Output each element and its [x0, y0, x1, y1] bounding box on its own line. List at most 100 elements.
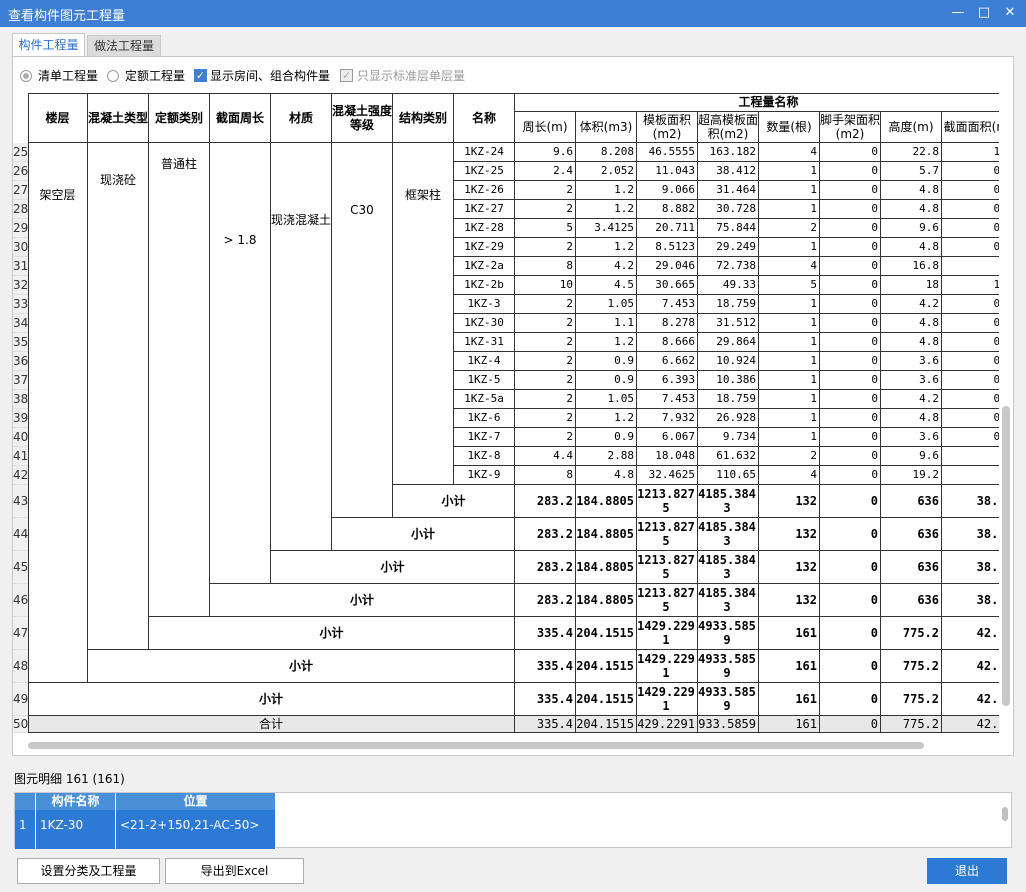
cell-value[interactable]: 10.386: [698, 371, 759, 390]
cell-component-name[interactable]: 1KZ-29: [454, 238, 515, 257]
cell-value[interactable]: 32.4625: [637, 466, 698, 485]
subtotal-value[interactable]: 0: [820, 518, 881, 551]
cell-value[interactable]: 2: [759, 219, 820, 238]
cell-value[interactable]: 8.278: [637, 314, 698, 333]
subtotal-value[interactable]: 283.2: [515, 518, 576, 551]
cell-value[interactable]: 2: [759, 447, 820, 466]
subtotal-value[interactable]: 42.345: [942, 650, 999, 683]
cell-value[interactable]: 4.4: [515, 447, 576, 466]
subtotal-value[interactable]: 775.2: [881, 650, 942, 683]
cell-value[interactable]: 0.75: [942, 219, 999, 238]
cell-value[interactable]: 2: [515, 409, 576, 428]
cell-value[interactable]: 2: [515, 352, 576, 371]
cell-value[interactable]: 0: [820, 200, 881, 219]
cell-value[interactable]: 2.052: [576, 162, 637, 181]
total-value[interactable]: 0: [820, 716, 881, 733]
cell-value[interactable]: 2: [515, 200, 576, 219]
subtotal-value[interactable]: 4933.5859: [698, 683, 759, 716]
subtotal-value[interactable]: 335.4: [515, 650, 576, 683]
subtotal-value[interactable]: 204.1515: [576, 683, 637, 716]
cell-value[interactable]: 1.2: [576, 409, 637, 428]
header-perimeter[interactable]: 截面周长: [210, 93, 271, 143]
cell-value[interactable]: 0.25: [942, 371, 999, 390]
cell-value[interactable]: 22.8: [881, 143, 942, 162]
cell-value[interactable]: 29.864: [698, 333, 759, 352]
cell-value[interactable]: 19.2: [881, 466, 942, 485]
subtotal-value[interactable]: 42.345: [942, 683, 999, 716]
cell-value[interactable]: 0.25: [942, 200, 999, 219]
cell-value[interactable]: 3.6: [881, 428, 942, 447]
subtotal-value[interactable]: 38.285: [942, 518, 999, 551]
cell-component-name[interactable]: 1KZ-2b: [454, 276, 515, 295]
cell-value[interactable]: 72.738: [698, 257, 759, 276]
cell-value[interactable]: 4.8: [881, 333, 942, 352]
subtotal-value[interactable]: 161: [759, 683, 820, 716]
cell-value[interactable]: 110.65: [698, 466, 759, 485]
cell-component-name[interactable]: 1KZ-27: [454, 200, 515, 219]
cell-value[interactable]: 2: [515, 295, 576, 314]
cell-value[interactable]: 1: [759, 200, 820, 219]
subtotal-value[interactable]: 4185.3843: [698, 584, 759, 617]
cell-value[interactable]: 1: [759, 295, 820, 314]
cell-component-name[interactable]: 1KZ-30: [454, 314, 515, 333]
cell-value[interactable]: 1.1: [576, 314, 637, 333]
total-value[interactable]: 335.4: [515, 716, 576, 733]
subtotal-value[interactable]: 4933.5859: [698, 617, 759, 650]
subtotal-value[interactable]: 335.4: [515, 617, 576, 650]
total-value[interactable]: 775.2: [881, 716, 942, 733]
cell-value[interactable]: 0: [820, 162, 881, 181]
cell-value[interactable]: 0: [820, 466, 881, 485]
cell-value[interactable]: 0.25: [942, 333, 999, 352]
cell-value[interactable]: 8.208: [576, 143, 637, 162]
cell-component-name[interactable]: 1KZ-25: [454, 162, 515, 181]
header-count[interactable]: 数量(根): [759, 112, 820, 143]
cell-value[interactable]: 0.9: [576, 428, 637, 447]
subtotal-value[interactable]: 1429.2291: [637, 683, 698, 716]
cell-value[interactable]: 1: [759, 390, 820, 409]
cell-component-name[interactable]: 1KZ-24: [454, 143, 515, 162]
vertical-scrollbar[interactable]: [1002, 406, 1010, 706]
cell-value[interactable]: 2: [515, 390, 576, 409]
cell-value[interactable]: 1.05: [576, 390, 637, 409]
subtotal-value[interactable]: 42.345: [942, 617, 999, 650]
cell-value[interactable]: 0: [820, 238, 881, 257]
header-formwork-area[interactable]: 模板面积(m2): [637, 112, 698, 143]
cell-value[interactable]: 5: [759, 276, 820, 295]
detail-row-number[interactable]: 1: [15, 810, 36, 849]
cell-value[interactable]: 0: [820, 295, 881, 314]
cell-value[interactable]: 4.8: [881, 409, 942, 428]
cell-value[interactable]: 2: [515, 428, 576, 447]
subtotal-value[interactable]: 636: [881, 584, 942, 617]
subtotal-value[interactable]: 204.1515: [576, 650, 637, 683]
cell-value[interactable]: 1: [759, 333, 820, 352]
cell-value[interactable]: 1.25: [942, 276, 999, 295]
subtotal-value[interactable]: 1213.8275: [637, 518, 698, 551]
cell-value[interactable]: 0.25: [942, 314, 999, 333]
cell-value[interactable]: 4: [759, 143, 820, 162]
cell-value[interactable]: 0.25: [942, 409, 999, 428]
cell-value[interactable]: 4: [759, 466, 820, 485]
header-perimeter-m[interactable]: 周长(m): [515, 112, 576, 143]
total-value[interactable]: 4933.5859: [698, 716, 759, 733]
cell-value[interactable]: 4.2: [576, 257, 637, 276]
subtotal-value[interactable]: 283.2: [515, 485, 576, 518]
horizontal-scrollbar[interactable]: [28, 742, 924, 749]
cell-value[interactable]: 0.9: [576, 371, 637, 390]
cell-value[interactable]: 4.8: [881, 181, 942, 200]
total-value[interactable]: 42.345: [942, 716, 999, 733]
cell-value[interactable]: 9.6: [881, 219, 942, 238]
subtotal-value[interactable]: 132: [759, 485, 820, 518]
cell-value[interactable]: 4.8: [576, 466, 637, 485]
cell-value[interactable]: 5: [515, 219, 576, 238]
cell-value[interactable]: 10: [515, 276, 576, 295]
cell-value[interactable]: 2.4: [515, 162, 576, 181]
export-excel-button[interactable]: 导出到Excel: [165, 858, 304, 884]
cell-value[interactable]: 2: [515, 371, 576, 390]
cell-value[interactable]: 18: [881, 276, 942, 295]
subtotal-value[interactable]: 636: [881, 518, 942, 551]
cell-value[interactable]: 5.7: [881, 162, 942, 181]
cell-value[interactable]: 0.6: [942, 447, 999, 466]
subtotal-value[interactable]: 132: [759, 551, 820, 584]
cell-value[interactable]: 1: [759, 314, 820, 333]
maximize-icon[interactable]: □: [974, 3, 994, 23]
